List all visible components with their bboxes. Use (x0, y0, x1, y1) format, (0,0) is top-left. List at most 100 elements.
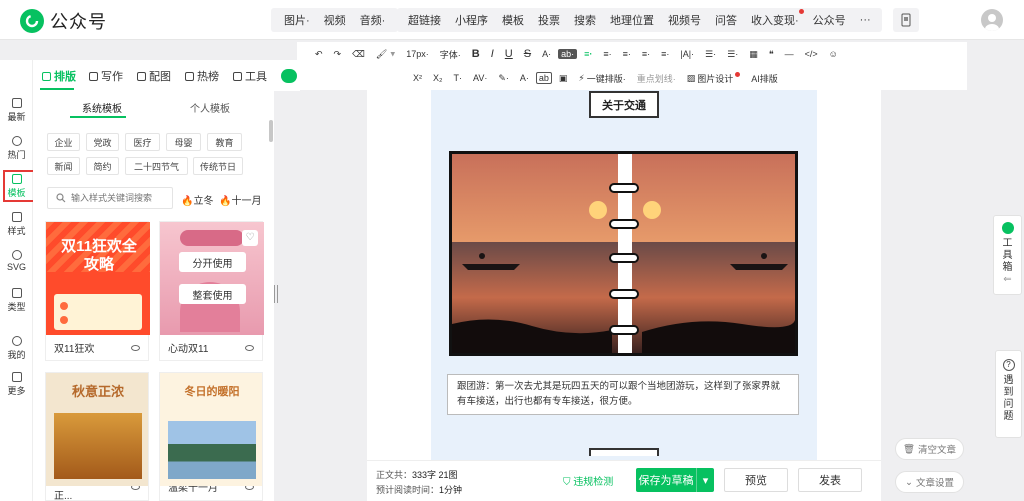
rail-item-more[interactable]: 更多 (0, 372, 33, 397)
section-title-next[interactable] (589, 448, 659, 456)
article-paragraph[interactable]: 跟团游：第一次去尤其是玩四五天的可以跟个当地团游玩，这样到了张家界就有车接送，出… (447, 374, 799, 415)
hot-keyword-2[interactable]: 🔥十一月 (219, 192, 261, 207)
help-button[interactable]: ? 遇到问题 (995, 350, 1022, 438)
highlight-underline-button[interactable]: 重点划线· (633, 72, 680, 85)
app-logo[interactable]: 公众号 (20, 8, 107, 34)
tab-writing[interactable]: 写作 (89, 68, 123, 84)
font-family-select[interactable]: 字体· (436, 48, 465, 61)
favorite-heart-icon[interactable]: ♡ (242, 230, 258, 246)
quote-icon[interactable]: ❝ (765, 49, 778, 60)
rail-item-type[interactable]: 类型 (0, 288, 33, 313)
margin-button[interactable]: ≡· (657, 49, 673, 59)
insert-audio[interactable]: 音频· (353, 12, 393, 28)
superscript-button[interactable]: X² (409, 73, 426, 83)
tab-system-templates[interactable]: 系统模板 (82, 100, 122, 115)
tag-solar-terms[interactable]: 二十四节气 (125, 157, 188, 175)
eye-icon[interactable] (245, 344, 254, 351)
panel-toggle[interactable] (281, 69, 297, 83)
tag-maternal[interactable]: 母婴 (166, 133, 201, 151)
insert-mini-program[interactable]: 小程序 (448, 12, 495, 28)
article-settings-button[interactable]: ⌄ 文章设置 (895, 471, 964, 493)
search-input[interactable] (71, 193, 171, 203)
insert-template[interactable]: 模板 (495, 12, 531, 28)
panel-resize-handle[interactable] (274, 285, 278, 303)
subscript-button[interactable]: X₂ (429, 73, 447, 83)
italic-button[interactable]: I (487, 48, 498, 60)
tag-festivals[interactable]: 传统节日 (193, 157, 243, 175)
emoji-icon[interactable]: ☺ (825, 49, 842, 59)
insert-image[interactable]: 图片· (277, 12, 317, 28)
insert-video[interactable]: 视频 (317, 12, 353, 28)
avatar[interactable] (981, 9, 1003, 31)
tag-news[interactable]: 新闻 (47, 157, 80, 175)
template-card[interactable]: ♡ 分开使用 整套使用 心动双11 (159, 221, 264, 361)
font-size-select[interactable]: 17px· (402, 49, 433, 59)
one-click-layout-button[interactable]: ⚡ 一键排版· (574, 72, 629, 85)
panel-scrollbar[interactable] (269, 120, 273, 142)
table-icon[interactable]: ▦ (745, 49, 762, 60)
hot-keyword-1[interactable]: 🔥立冬 (181, 192, 213, 207)
font-color-button[interactable]: A· (538, 49, 555, 59)
chevron-down-icon[interactable]: ▾ (696, 468, 714, 492)
bold-button[interactable]: B (468, 48, 484, 60)
eye-icon[interactable] (131, 344, 140, 351)
text-style-button[interactable]: T· (450, 73, 467, 83)
paragraph-spacing-button[interactable]: ≡· (638, 49, 654, 59)
clear-article-button[interactable]: 🗑 清空文章 (895, 438, 964, 460)
insert-channels[interactable]: 视频号 (661, 12, 708, 28)
underline-button[interactable]: U (501, 48, 517, 60)
code-icon[interactable]: </> (801, 49, 822, 59)
pen-tool-button[interactable]: ✎· (494, 73, 513, 84)
rail-item-hot[interactable]: 热门 (0, 136, 33, 161)
image-design-button[interactable]: ▨ 图片设计 (683, 71, 745, 85)
divider-icon[interactable]: — (781, 49, 798, 59)
template-card[interactable]: 秋意正浓 十一月，秋意正... (45, 372, 149, 501)
tab-tools[interactable]: 工具 (233, 68, 267, 84)
mobile-preview-button[interactable] (893, 8, 919, 32)
violation-check-button[interactable]: ⛉ 违规检测 (563, 473, 613, 488)
tag-education[interactable]: 教育 (207, 133, 242, 151)
format-painter-icon[interactable]: 🖌 (372, 49, 399, 60)
letter-spacing-button[interactable]: |A|· (676, 49, 698, 59)
redo-icon[interactable]: ↷ (330, 49, 346, 60)
template-card[interactable]: 双11狂欢全攻略 双11狂欢 (45, 221, 150, 361)
section-title[interactable]: 关于交通 (589, 91, 659, 118)
ordered-list-button[interactable]: ☰· (723, 49, 742, 60)
tag-enterprise[interactable]: 企业 (47, 133, 80, 151)
ai-layout-button[interactable]: AI排版 (747, 72, 782, 85)
use-whole-set-button[interactable]: 整套使用 (179, 284, 246, 304)
insert-hyperlink[interactable]: 超链接 (401, 12, 448, 28)
more-menu[interactable]: ··· (853, 14, 878, 26)
insert-search[interactable]: 搜索 (567, 12, 603, 28)
insert-location[interactable]: 地理位置 (603, 12, 661, 28)
tab-hot-list[interactable]: 热榜 (185, 68, 219, 84)
bullet-list-button[interactable]: ☰· (701, 49, 720, 60)
text-effects-button[interactable]: A· (516, 73, 533, 83)
text-box-button[interactable]: ab (535, 72, 552, 84)
insert-box-button[interactable]: ▣ (555, 73, 572, 84)
line-height-button[interactable]: ≡· (619, 49, 635, 59)
insert-official-account[interactable]: 公众号 (806, 12, 853, 28)
save-draft-button[interactable]: 保存为草稿 ▾ (636, 468, 714, 492)
publish-button[interactable]: 发表 (798, 468, 862, 492)
eraser-icon[interactable]: ⌫ (348, 49, 369, 60)
template-card[interactable]: 冬日的暖阳 温柔十一月 (159, 372, 263, 501)
toolbox-panel-button[interactable]: 工具箱 ⇐ (993, 215, 1022, 295)
indent-button[interactable]: ≡· (599, 49, 615, 59)
strikethrough-button[interactable]: S (520, 48, 535, 60)
align-button[interactable]: ≡· (580, 49, 596, 59)
rail-item-svg[interactable]: SVG (0, 250, 33, 272)
undo-icon[interactable]: ↶ (311, 49, 327, 60)
highlight-button[interactable]: ab· (558, 49, 578, 59)
use-separately-button[interactable]: 分开使用 (179, 252, 246, 272)
tab-personal-templates[interactable]: 个人模板 (190, 100, 230, 115)
insert-vote[interactable]: 投票 (531, 12, 567, 28)
tab-layout[interactable]: 排版 (42, 68, 76, 84)
rail-item-latest[interactable]: 最新 (0, 98, 33, 123)
char-spacing-button[interactable]: AV· (469, 73, 491, 83)
tag-simple[interactable]: 简约 (86, 157, 119, 175)
preview-button[interactable]: 预览 (724, 468, 788, 492)
rail-item-style[interactable]: 样式 (0, 212, 33, 237)
insert-monetize[interactable]: 收入变现· (744, 9, 806, 28)
tab-images[interactable]: 配图 (137, 68, 171, 84)
